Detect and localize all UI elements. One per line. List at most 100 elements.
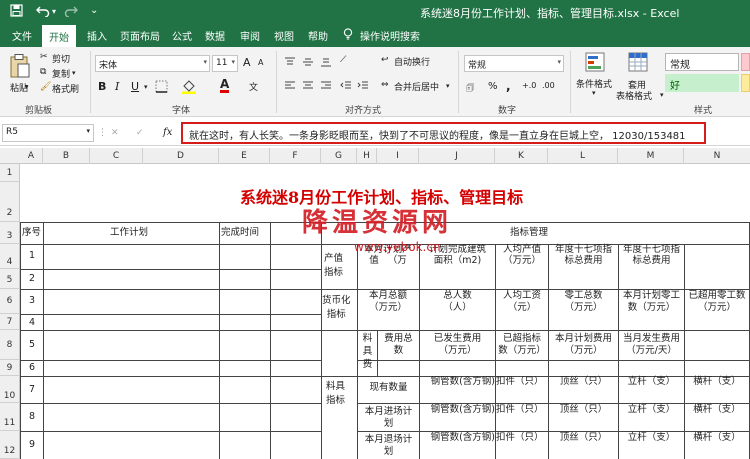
underline-button[interactable]: U: [131, 80, 139, 93]
seq-number: 3: [29, 295, 36, 306]
column-header-e[interactable]: E: [219, 148, 270, 164]
phonetic-icon[interactable]: 文: [249, 80, 258, 93]
column-header-c[interactable]: C: [90, 148, 143, 164]
undo-icon[interactable]: [36, 4, 50, 20]
tab-insert[interactable]: 插入: [87, 28, 107, 43]
format-painter-icon[interactable]: 🖌: [40, 82, 51, 92]
cancel-icon[interactable]: ✕: [111, 128, 119, 138]
format-as-table-icon[interactable]: [628, 52, 648, 75]
fill-color-icon[interactable]: [181, 80, 197, 97]
align-center-icon[interactable]: [302, 81, 314, 94]
row-header-7[interactable]: 7: [0, 314, 20, 330]
enter-icon[interactable]: ✓: [136, 128, 144, 138]
column-header-f[interactable]: F: [270, 148, 321, 164]
worksheet-grid[interactable]: 系统迷8月份工作计划、指标、管理目标 序号 工作计划 完成时间 指标管理 1 2…: [20, 164, 750, 459]
column-header-m[interactable]: M: [618, 148, 684, 164]
decrease-indent-icon[interactable]: [340, 81, 352, 94]
column-header-i[interactable]: I: [377, 148, 419, 164]
cell-style-good[interactable]: 好: [665, 74, 739, 92]
row-header-1[interactable]: 1: [0, 164, 20, 182]
row-header-5[interactable]: 5: [0, 269, 20, 289]
wrap-text-button[interactable]: 自动换行: [394, 55, 430, 68]
tab-page-layout[interactable]: 页面布局: [120, 28, 160, 43]
column-header-k[interactable]: K: [495, 148, 548, 164]
column-header-j[interactable]: J: [419, 148, 495, 164]
column-header-b[interactable]: B: [43, 148, 90, 164]
row-header-3[interactable]: 3: [0, 222, 20, 244]
cell-style-bad[interactable]: [741, 53, 750, 71]
format-painter-button[interactable]: 格式刷: [52, 82, 79, 95]
insert-function-button[interactable]: fx: [163, 127, 172, 138]
cell-style-normal[interactable]: 常规: [665, 53, 739, 71]
row-header-2[interactable]: 2: [0, 182, 20, 222]
redo-icon[interactable]: [64, 4, 78, 20]
merge-center-icon[interactable]: ⇔: [381, 80, 389, 90]
orientation-icon[interactable]: ⟋: [340, 55, 346, 65]
save-icon[interactable]: [10, 4, 23, 20]
tab-formulas[interactable]: 公式: [172, 28, 192, 43]
column-header-n[interactable]: N: [684, 148, 750, 164]
tab-home[interactable]: 开始: [42, 25, 76, 47]
align-bottom-icon[interactable]: [320, 57, 332, 70]
tab-help[interactable]: 帮助: [308, 28, 328, 43]
alignment-group-label: 对齐方式: [345, 106, 382, 116]
number-format-combo[interactable]: 常规 ▾: [464, 55, 564, 72]
underline-dropdown-icon[interactable]: ▾: [144, 83, 148, 91]
increase-decimal-icon[interactable]: +.0: [522, 81, 536, 90]
increase-indent-icon[interactable]: [357, 81, 369, 94]
align-middle-icon[interactable]: [302, 57, 314, 70]
grow-font-button[interactable]: A: [243, 56, 251, 69]
copy-icon[interactable]: ⧉: [40, 67, 46, 77]
bold-button[interactable]: B: [98, 80, 106, 93]
row-header-6[interactable]: 6: [0, 289, 20, 314]
merge-dropdown-icon[interactable]: ▾: [446, 82, 450, 90]
column-header-g[interactable]: G: [321, 148, 357, 164]
align-top-icon[interactable]: [284, 57, 296, 70]
percent-button[interactable]: %: [488, 81, 498, 92]
row-header-11[interactable]: 11: [0, 403, 20, 431]
paste-icon[interactable]: [9, 53, 31, 82]
row-header-12[interactable]: 12: [0, 431, 20, 459]
borders-icon[interactable]: [155, 80, 168, 96]
cut-icon[interactable]: ✂: [40, 52, 48, 62]
name-box[interactable]: R5 ▾: [2, 124, 94, 142]
merge-center-button[interactable]: 合并后居中: [394, 80, 439, 93]
formula-input[interactable]: 就在这时，有人长笑。一条身影眨眼而至，快到了不可思议的程度，像是一直立身在巨城上…: [181, 122, 706, 144]
tab-review[interactable]: 审阅: [240, 28, 260, 43]
align-right-icon[interactable]: [320, 81, 332, 94]
table-format-dropdown-icon[interactable]: ▾: [660, 91, 664, 99]
conditional-format-icon[interactable]: [585, 52, 605, 75]
row-header-9[interactable]: 9: [0, 360, 20, 376]
cut-button[interactable]: 剪切: [52, 52, 70, 65]
row-header-4[interactable]: 4: [0, 244, 20, 269]
lightbulb-icon: [343, 28, 353, 43]
accounting-format-icon[interactable]: 🗊: [466, 81, 474, 97]
column-header-l[interactable]: L: [548, 148, 618, 164]
decrease-decimal-icon[interactable]: .00: [542, 81, 555, 90]
row-header-8[interactable]: 8: [0, 330, 20, 360]
row-header-10[interactable]: 10: [0, 376, 20, 403]
copy-button[interactable]: 复制: [52, 67, 70, 80]
column-header-h[interactable]: H: [357, 148, 377, 164]
paste-dropdown-icon[interactable]: ▾: [25, 83, 29, 91]
conditional-dropdown-icon[interactable]: ▾: [592, 89, 596, 97]
shrink-font-button[interactable]: A: [258, 58, 263, 67]
italic-button[interactable]: I: [115, 80, 119, 93]
font-color-button[interactable]: A: [220, 78, 230, 93]
font-size-combo[interactable]: 11 ▾: [212, 55, 238, 72]
tell-me-search[interactable]: 操作说明搜索: [360, 28, 420, 43]
column-header-a[interactable]: A: [20, 148, 43, 164]
tab-file[interactable]: 文件: [12, 28, 32, 43]
copy-dropdown-icon[interactable]: ▾: [72, 69, 76, 77]
undo-dropdown-icon[interactable]: ▾: [52, 7, 56, 16]
format-as-table-button[interactable]: 表格格式: [616, 89, 652, 102]
comma-button[interactable]: ,: [506, 79, 511, 93]
column-header-d[interactable]: D: [143, 148, 219, 164]
tab-view[interactable]: 视图: [274, 28, 294, 43]
font-name-combo[interactable]: 宋体 ▾: [95, 55, 210, 72]
tab-data[interactable]: 数据: [205, 28, 225, 43]
customize-quick-access-icon[interactable]: ⌄: [90, 5, 98, 16]
wrap-text-icon[interactable]: ↩: [381, 55, 389, 65]
cell-style-neutral[interactable]: [741, 74, 750, 92]
align-left-icon[interactable]: [284, 81, 296, 94]
